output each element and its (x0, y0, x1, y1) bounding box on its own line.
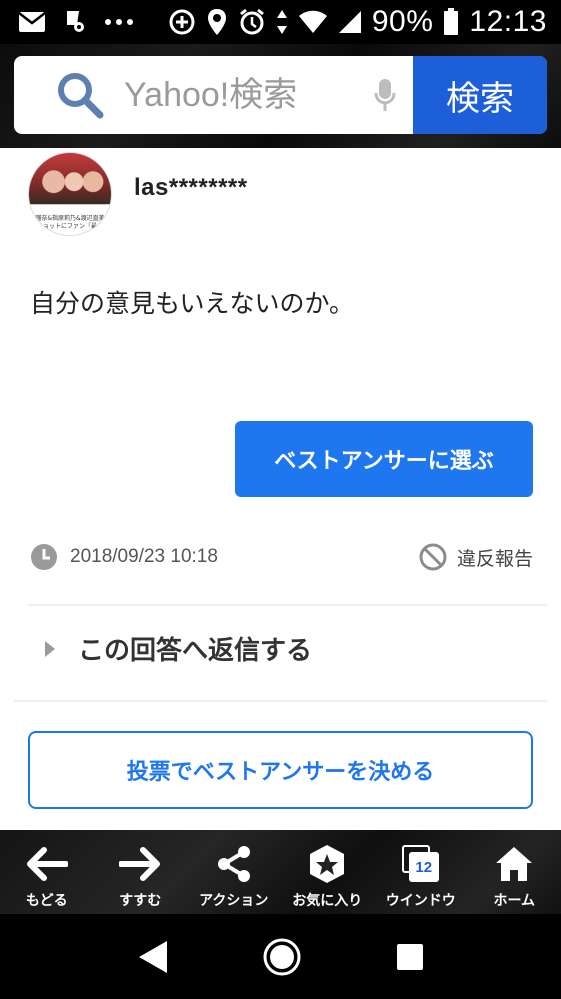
reply-label: この回答へ返信する (78, 636, 313, 666)
action-label: アクション (199, 893, 269, 909)
signal-icon (338, 10, 362, 34)
reply-toggle[interactable]: この回答へ返信する (44, 630, 312, 667)
search-icon (58, 73, 104, 119)
divider (14, 700, 547, 702)
choose-best-answer-button[interactable]: ベストアンサーに選ぶ (235, 421, 533, 497)
location-icon (206, 8, 228, 36)
wifi-icon (298, 10, 328, 34)
vote-best-answer-button[interactable]: 投票でベストアンサーを決める (28, 731, 533, 809)
prohibited-icon (419, 543, 447, 571)
home-label: ホーム (493, 893, 536, 909)
window-count: 12 (408, 852, 439, 882)
search-bar: 検索 (14, 56, 547, 134)
data-arrows-icon (276, 9, 288, 35)
share-icon (217, 846, 250, 882)
search-input[interactable] (124, 75, 354, 115)
more-dots-icon (104, 18, 134, 26)
window-button[interactable]: 12 ウインドウ (374, 830, 468, 914)
forward-button[interactable]: すすむ (94, 830, 188, 914)
back-label: もどる (25, 893, 68, 909)
favorites-button[interactable]: お気に入り (281, 830, 375, 914)
status-bar: 90% 12:13 (0, 0, 561, 44)
answer-text: 自分の意見もいえないのか。 (30, 289, 355, 318)
microphone-icon[interactable] (374, 78, 396, 112)
window-icon: 12 (401, 845, 440, 883)
arrow-left-icon (26, 847, 68, 881)
back-button[interactable]: もどる (0, 830, 94, 914)
arrow-right-icon (119, 847, 161, 881)
window-label: ウインドウ (385, 893, 456, 909)
answer-meta: 2018/09/23 10:18 違反報告 (30, 540, 533, 574)
home-button[interactable]: ホーム (468, 830, 561, 914)
mail-icon (18, 11, 46, 33)
username[interactable]: las******** (134, 174, 248, 202)
home-icon (496, 847, 533, 881)
nav-home-icon[interactable] (262, 937, 302, 977)
divider (28, 604, 547, 606)
avatar-caption: …瑠奈&指原莉乃&渡辺直美、ショットにファン「最… (29, 215, 111, 230)
avatar[interactable]: …瑠奈&指原莉乃&渡辺直美、ショットにファン「最… (28, 152, 112, 236)
star-icon (310, 845, 345, 883)
nav-back-icon[interactable] (137, 939, 169, 975)
system-nav-bar (0, 914, 561, 999)
nav-recents-icon[interactable] (396, 943, 424, 971)
battery-percent: 90% (371, 5, 434, 38)
search-button[interactable]: 検索 (413, 56, 547, 134)
battery-icon (443, 8, 459, 36)
clock-time: 12:13 (469, 5, 547, 38)
browser-toolbar: もどる すすむ アクション お気に入り 12 ウインドウ ホーム (0, 830, 561, 914)
location-pin-icon (64, 9, 86, 35)
report-link[interactable]: 違反報告 (419, 543, 533, 571)
caret-right-icon (45, 640, 55, 657)
clock-icon (31, 544, 57, 570)
alarm-icon (238, 8, 266, 36)
forward-label: すすむ (119, 893, 162, 909)
browser-header: 検索 (0, 44, 561, 148)
action-button[interactable]: アクション (187, 830, 281, 914)
favorites-label: お気に入り (292, 893, 363, 909)
data-saver-icon (168, 8, 196, 36)
answer-date: 2018/09/23 10:18 (70, 546, 218, 567)
report-label: 違反報告 (456, 547, 533, 570)
